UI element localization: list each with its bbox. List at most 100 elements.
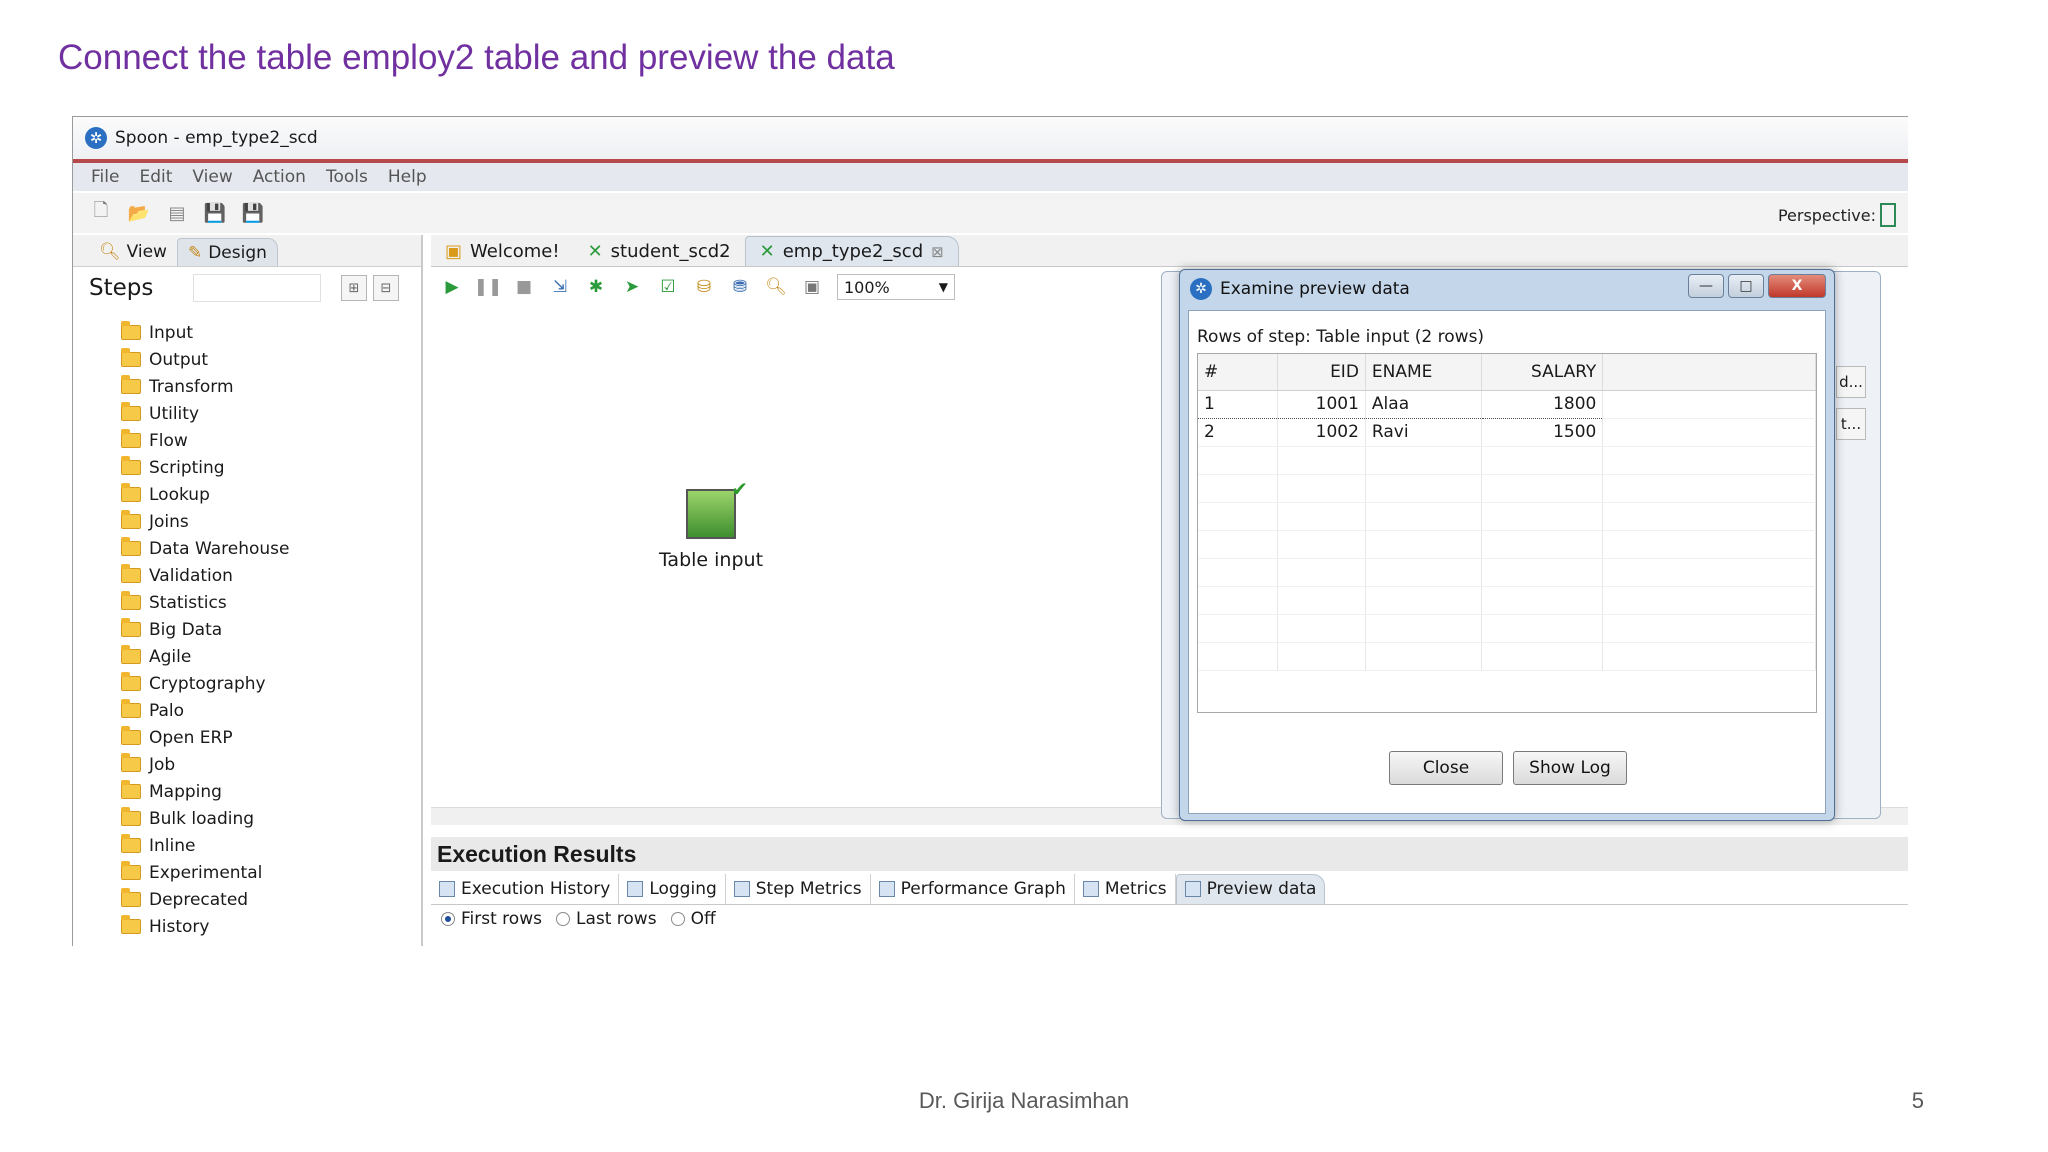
folder-item[interactable]: Bulk loading (121, 805, 289, 832)
tab-view[interactable]: 🔍︎ View (89, 238, 177, 266)
folder-icon (121, 321, 141, 340)
menu-edit[interactable]: Edit (139, 167, 172, 187)
explore-repository-icon[interactable]: ▤ (165, 202, 189, 224)
column-header-ename[interactable]: ENAME (1365, 354, 1482, 391)
tab-step-metrics[interactable]: Step Metrics (726, 873, 871, 904)
tab-welcome[interactable]: ▣ Welcome! (431, 236, 574, 266)
folder-item[interactable]: Deprecated (121, 886, 289, 913)
background-dialog-button[interactable]: t... (1836, 408, 1866, 440)
folder-item[interactable]: Mapping (121, 778, 289, 805)
dialog-buttons: Close Show Log (1389, 751, 1627, 785)
tab-logging[interactable]: Logging (619, 873, 726, 904)
cell-ename: Ravi (1365, 418, 1482, 447)
impact-icon[interactable]: ⛁ (693, 276, 715, 298)
tab-welcome-label: Welcome! (470, 240, 560, 262)
run-icon[interactable]: ▶ (441, 276, 463, 298)
folder-item[interactable]: Big Data (121, 616, 289, 643)
column-header-eid[interactable]: EID (1277, 354, 1366, 391)
folder-item[interactable]: History (121, 913, 289, 940)
verify-icon[interactable]: ☑ (657, 276, 679, 298)
table-input-icon (686, 477, 748, 539)
background-dialog-button[interactable]: d... (1836, 366, 1866, 398)
folder-item[interactable]: Open ERP (121, 724, 289, 751)
save-as-icon[interactable]: 💾 (241, 202, 265, 224)
close-button[interactable]: Close (1389, 751, 1503, 785)
folder-item[interactable]: Validation (121, 562, 289, 589)
folder-item[interactable]: Palo (121, 697, 289, 724)
steps-search-input[interactable] (193, 274, 321, 302)
menu-tools[interactable]: Tools (326, 167, 368, 187)
folder-item[interactable]: Statistics (121, 589, 289, 616)
folder-item[interactable]: Flow (121, 427, 289, 454)
folder-item[interactable]: Experimental (121, 859, 289, 886)
show-log-button[interactable]: Show Log (1513, 751, 1627, 785)
replay-icon[interactable]: ➤ (621, 276, 643, 298)
tab-student-scd2-label: student_scd2 (610, 240, 731, 262)
sql-icon[interactable]: ⛃ (729, 276, 751, 298)
folder-item[interactable]: Data Warehouse (121, 535, 289, 562)
close-tab-icon[interactable]: ⊠ (931, 243, 944, 261)
folder-icon (121, 429, 141, 448)
explore-db-icon[interactable]: 🔍︎ (765, 276, 787, 298)
tab-preview-data[interactable]: Preview data (1175, 873, 1326, 904)
folder-item[interactable]: Utility (121, 400, 289, 427)
folder-item[interactable]: Job (121, 751, 289, 778)
preview-data-grid[interactable]: # EID ENAME SALARY 1 1001 Alaa 1800 2 10… (1197, 353, 1817, 713)
save-icon[interactable]: 💾 (203, 202, 227, 224)
grid-header-row: # EID ENAME SALARY (1198, 354, 1816, 391)
tab-student-scd2[interactable]: ✕ student_scd2 (574, 236, 745, 266)
perspective-switcher[interactable]: Perspective: (1778, 203, 1896, 227)
folder-label: Data Warehouse (149, 538, 290, 559)
menu-view[interactable]: View (192, 167, 232, 187)
radio-first-rows[interactable]: First rows (441, 909, 542, 929)
menu-help[interactable]: Help (388, 167, 427, 187)
expand-all-icon[interactable]: ⊞ (341, 275, 367, 301)
folder-item[interactable]: Cryptography (121, 670, 289, 697)
folder-icon (121, 726, 141, 745)
show-results-icon[interactable]: ▣ (801, 276, 823, 298)
cell-filler (1602, 418, 1816, 447)
table-row[interactable]: 1 1001 Alaa 1800 (1198, 389, 1816, 419)
folder-item[interactable]: Joins (121, 508, 289, 535)
column-header-number[interactable]: # (1198, 354, 1279, 391)
maximize-icon[interactable]: □ (1728, 274, 1764, 298)
folder-icon (121, 537, 141, 556)
collapse-all-icon[interactable]: ⊟ (373, 275, 399, 301)
spoon-app-icon: ✲ (85, 127, 107, 149)
tab-emp-type2-scd[interactable]: ✕ emp_type2_scd ⊠ (744, 236, 959, 266)
folder-icon (121, 402, 141, 421)
tab-design[interactable]: ✎ Design (176, 238, 278, 266)
page-number: 5 (1911, 1088, 1924, 1113)
folder-item[interactable]: Input (121, 319, 289, 346)
pause-icon[interactable]: ❚❚ (474, 276, 503, 298)
perspective-icon[interactable] (1880, 203, 1896, 227)
menu-action[interactable]: Action (253, 167, 306, 187)
folder-item[interactable]: Output (121, 346, 289, 373)
preview-icon[interactable]: ⇲ (549, 276, 571, 298)
debug-icon[interactable]: ✱ (585, 276, 607, 298)
open-folder-icon[interactable]: 📂 (127, 202, 151, 224)
examine-preview-dialog: ✲ Examine preview data — □ X Rows of ste… (1179, 269, 1835, 821)
folder-item[interactable]: Inline (121, 832, 289, 859)
new-file-icon[interactable]: 🗋 (89, 200, 113, 224)
table-row[interactable]: 2 1002 Ravi 1500 (1198, 418, 1816, 447)
column-header-salary[interactable]: SALARY (1481, 354, 1604, 391)
column-header-filler (1602, 354, 1816, 391)
folder-item[interactable]: Scripting (121, 454, 289, 481)
tab-execution-history[interactable]: Execution History (431, 873, 620, 904)
folder-item[interactable]: Lookup (121, 481, 289, 508)
minimize-icon[interactable]: — (1688, 274, 1724, 298)
tab-performance-graph[interactable]: Performance Graph (871, 873, 1075, 904)
zoom-select[interactable]: 100% ▼ (837, 274, 955, 300)
folder-item[interactable]: Transform (121, 373, 289, 400)
radio-last-rows[interactable]: Last rows (555, 909, 657, 929)
menu-file[interactable]: File (91, 167, 119, 187)
tab-metrics[interactable]: Metrics (1075, 873, 1176, 904)
folder-icon (121, 618, 141, 637)
radio-off[interactable]: Off (670, 909, 716, 929)
table-input-step[interactable]: Table input (651, 477, 771, 571)
stop-icon[interactable]: ■ (513, 276, 535, 298)
tab-design-label: Design (208, 242, 267, 263)
close-icon[interactable]: X (1768, 274, 1826, 298)
folder-item[interactable]: Agile (121, 643, 289, 670)
